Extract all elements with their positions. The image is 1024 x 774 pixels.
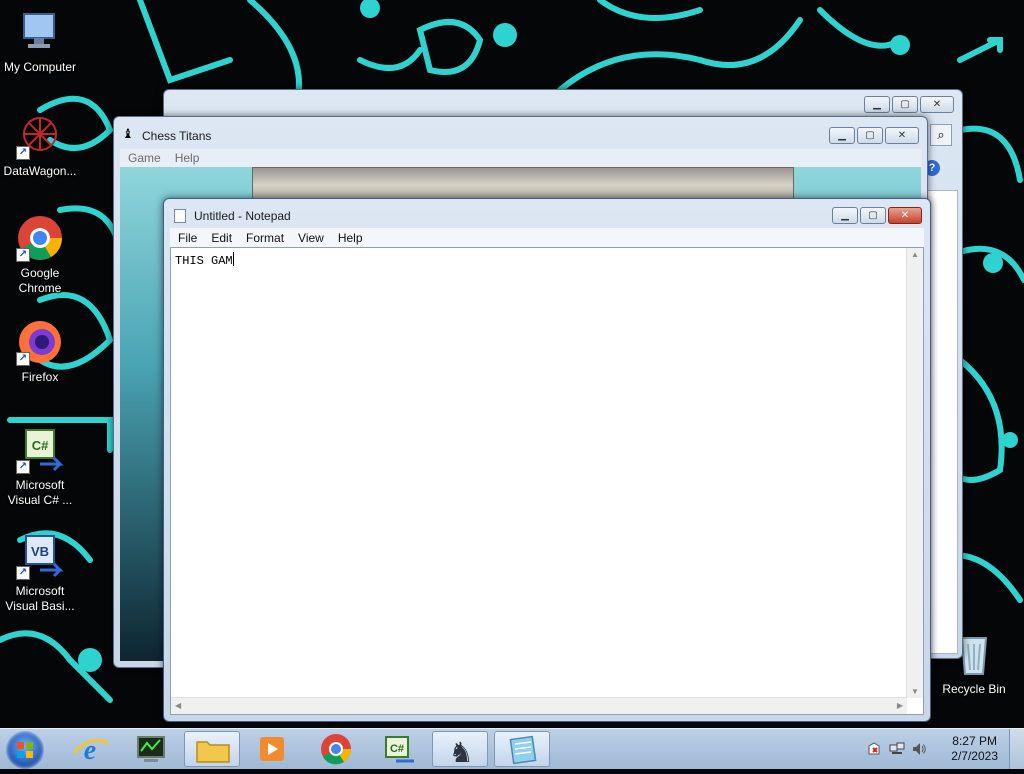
svg-text:VB: VB	[31, 544, 49, 559]
computer-icon	[16, 8, 64, 56]
menu-help[interactable]: Help	[338, 231, 363, 245]
menu-format[interactable]: Format	[246, 231, 284, 245]
menu-game[interactable]: Game	[128, 151, 161, 165]
text-caret	[232, 252, 234, 266]
svg-text:C#: C#	[32, 438, 49, 453]
taskbar-windows-explorer[interactable]	[184, 731, 240, 767]
chess-piece-icon: ♞	[448, 736, 473, 769]
scroll-up-icon[interactable]: ▲	[911, 250, 919, 259]
shortcut-arrow-icon: ↗	[16, 566, 30, 580]
taskbar-visual-csharp[interactable]: C#	[370, 731, 426, 767]
notepad-icon	[174, 209, 186, 223]
desktop-icon-visual-basic[interactable]: VB ↗ Microsoft Visual Basi...	[0, 532, 80, 614]
desktop-icon-google-chrome[interactable]: ↗ Google Chrome	[0, 214, 80, 296]
taskbar-google-chrome[interactable]	[308, 731, 364, 767]
horizontal-scrollbar[interactable]: ◀ ▶	[171, 697, 907, 714]
taskbar-chess-titans[interactable]: ♞	[432, 731, 488, 769]
desktop-icon-firefox[interactable]: ↗ Firefox	[0, 318, 80, 385]
clock-time: 8:27 PM	[952, 734, 997, 748]
media-player-icon	[260, 737, 284, 761]
menu-file[interactable]: File	[178, 231, 197, 245]
visual-basic-icon: VB ↗	[16, 532, 64, 580]
clock-date: 2/7/2023	[951, 749, 998, 763]
firefox-icon: ↗	[16, 318, 64, 366]
notepad-window[interactable]: Untitled - Notepad ▁ ▢ ✕ File Edit Forma…	[163, 198, 931, 722]
search-button[interactable]: ⌕	[930, 124, 952, 146]
desktop-icon-my-computer[interactable]: My Computer	[0, 8, 80, 75]
taskbar: e C# ♞ 8:27 PM 2/7/2023	[0, 728, 1024, 769]
window-controls: ▁ ▢ ✕	[829, 127, 919, 144]
minimize-button[interactable]: ▁	[832, 207, 858, 224]
scroll-left-icon[interactable]: ◀	[175, 701, 181, 710]
show-desktop-button[interactable]	[1009, 729, 1024, 769]
svg-text:♞: ♞	[448, 736, 473, 768]
internet-explorer-icon: e	[72, 735, 109, 766]
vertical-scrollbar[interactable]: ▲ ▼	[906, 248, 923, 698]
chrome-icon: ↗	[16, 214, 64, 262]
chess-app-icon: ♝	[122, 126, 134, 141]
close-button[interactable]: ✕	[888, 207, 922, 224]
notepad-menu-bar: File Edit Format View Help	[170, 228, 924, 248]
notepad-icon	[509, 735, 537, 765]
visual-csharp-icon: C# ↗	[16, 426, 64, 474]
shortcut-arrow-icon: ↗	[16, 460, 30, 474]
desktop-icon-datawagon[interactable]: ↗ DataWagon...	[0, 112, 80, 179]
folder-icon	[196, 741, 230, 763]
maximize-button[interactable]: ▢	[892, 96, 918, 113]
desktop-icon-visual-csharp[interactable]: C# ↗ Microsoft Visual C# ...	[0, 426, 80, 508]
chess-menu-bar: Game Help	[120, 149, 921, 167]
windows-logo-icon	[17, 742, 33, 758]
chrome-icon	[321, 734, 352, 765]
maximize-button[interactable]: ▢	[857, 127, 883, 144]
window-controls: ▁ ▢ ✕	[832, 207, 922, 224]
taskbar-notepad[interactable]	[494, 731, 550, 767]
menu-edit[interactable]: Edit	[211, 231, 232, 245]
clock[interactable]: 8:27 PM 2/7/2023	[951, 734, 998, 764]
taskbar-internet-explorer[interactable]: e	[62, 731, 118, 767]
visual-csharp-icon: C#	[385, 736, 414, 763]
minimize-button[interactable]: ▁	[864, 96, 890, 113]
menu-help[interactable]: Help	[175, 151, 200, 165]
close-button[interactable]: ✕	[885, 127, 919, 144]
menu-view[interactable]: View	[298, 231, 324, 245]
datawagon-icon: ↗	[16, 112, 64, 160]
network-icon[interactable]	[889, 742, 905, 756]
window-title: Chess Titans	[142, 129, 212, 143]
volume-icon[interactable]	[911, 741, 927, 757]
minimize-button[interactable]: ▁	[829, 127, 855, 144]
shortcut-arrow-icon: ↗	[16, 248, 30, 262]
system-tray: 8:27 PM 2/7/2023	[859, 729, 1024, 769]
window-controls: ▁ ▢ ✕	[864, 96, 954, 113]
svg-text:C#: C#	[390, 743, 404, 755]
scroll-down-icon[interactable]: ▼	[911, 687, 919, 696]
editor-text-line: THIS GAM	[175, 252, 234, 268]
text-editor[interactable]: THIS GAM ▲ ▼ ◀ ▶	[170, 247, 924, 715]
shortcut-arrow-icon: ↗	[16, 352, 30, 366]
taskbar-task-manager[interactable]	[122, 731, 178, 767]
task-manager-icon	[137, 736, 165, 762]
start-button[interactable]	[6, 731, 44, 769]
window-title: Untitled - Notepad	[194, 209, 291, 223]
scroll-right-icon[interactable]: ▶	[897, 701, 903, 710]
close-button[interactable]: ✕	[920, 96, 954, 113]
maximize-button[interactable]: ▢	[860, 207, 886, 224]
taskbar-media-center[interactable]	[244, 731, 300, 767]
editor-content: THIS GAM	[175, 254, 233, 268]
shortcut-arrow-icon: ↗	[16, 146, 30, 160]
action-center-icon[interactable]	[867, 742, 881, 756]
